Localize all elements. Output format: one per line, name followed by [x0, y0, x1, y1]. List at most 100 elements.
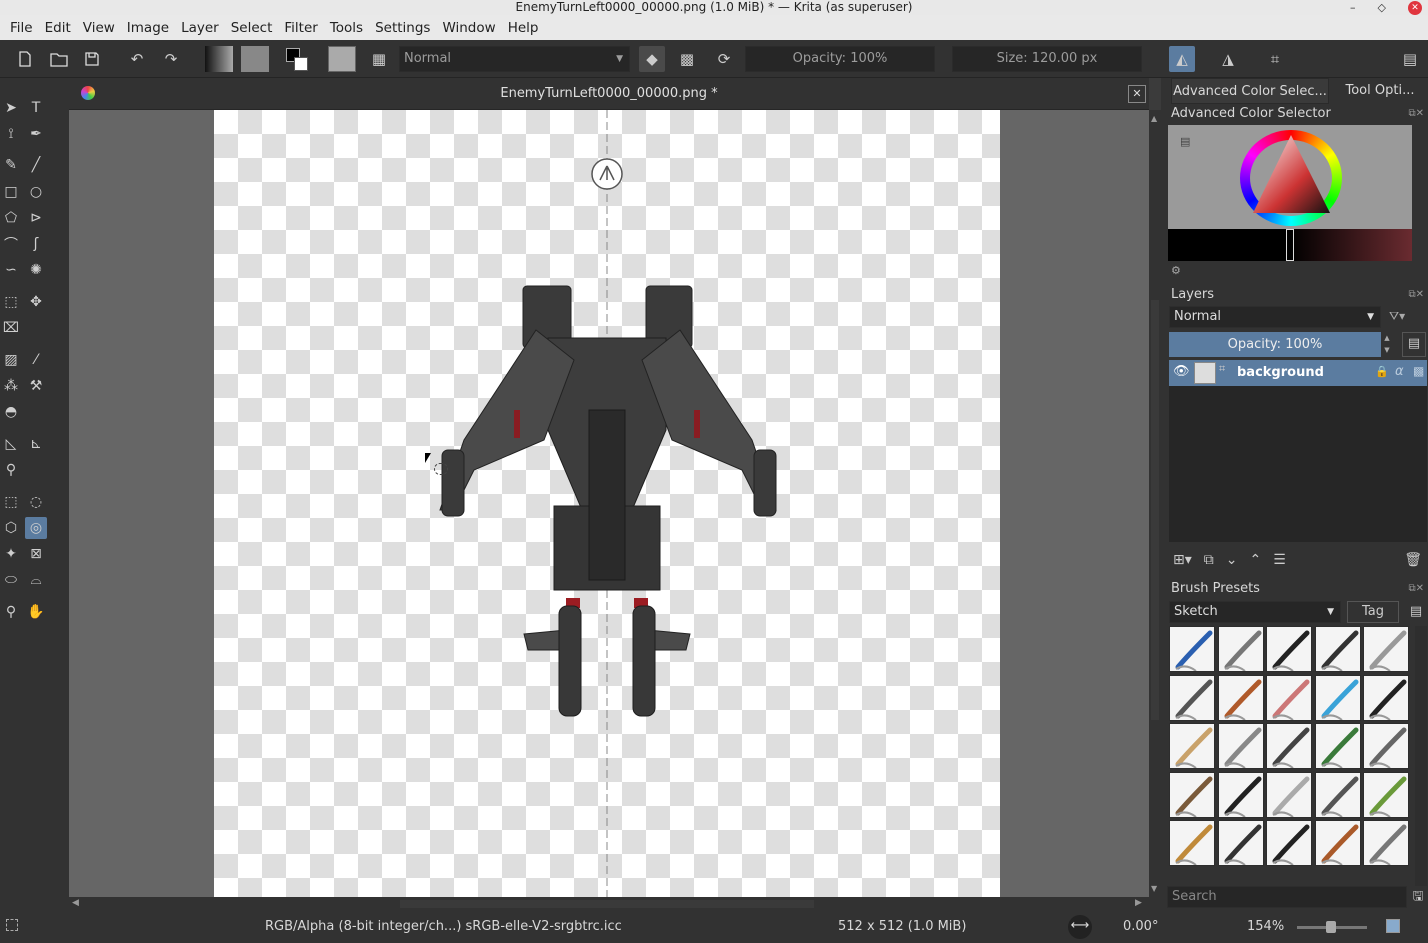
brush-preset-item[interactable] — [1363, 674, 1409, 721]
line-tool-icon[interactable]: ╱ — [25, 154, 47, 176]
toolbar-menu-icon[interactable]: ▤ — [1397, 46, 1423, 72]
wrap-around-icon[interactable]: ⌗ — [1262, 46, 1288, 72]
brush-preset-item[interactable] — [1363, 771, 1409, 818]
vertical-scroll-thumb[interactable] — [1151, 300, 1159, 720]
brush-preset-item[interactable] — [1217, 820, 1264, 866]
open-document-icon[interactable] — [46, 46, 72, 72]
eraser-mode-icon[interactable]: ◆ — [639, 46, 665, 72]
zoom-value[interactable]: 154% — [1247, 919, 1284, 934]
save-icon[interactable] — [79, 46, 105, 72]
dynamic-brush-tool-icon[interactable]: ∽ — [0, 259, 22, 281]
brush-preset-item[interactable] — [1363, 723, 1409, 769]
alpha-lock-icon[interactable]: α — [1395, 364, 1404, 379]
brush-preset-item[interactable] — [1217, 674, 1264, 721]
menu-file[interactable]: File — [4, 20, 39, 36]
calligraphy-tool-icon[interactable]: ✒ — [25, 123, 47, 145]
brush-preset-item[interactable] — [1266, 820, 1312, 866]
transform-tool-icon[interactable]: ⬚ — [0, 291, 22, 313]
brush-preset-item[interactable] — [1169, 674, 1215, 721]
layer-name[interactable]: background — [1237, 365, 1324, 380]
scroll-left-icon[interactable]: ◀ — [72, 898, 79, 908]
tag-button[interactable]: Tag — [1347, 601, 1399, 623]
smart-patch-tool-icon[interactable]: ⁂ — [0, 375, 22, 397]
move-layer-up-icon[interactable]: ⌃ — [1250, 552, 1262, 568]
move-layer-down-icon[interactable]: ⌄ — [1226, 552, 1238, 568]
pattern-preset-icon[interactable] — [241, 46, 269, 72]
menu-layer[interactable]: Layer — [175, 20, 225, 36]
inherit-alpha-icon[interactable]: ▩ — [1413, 364, 1424, 378]
document-tab[interactable]: EnemyTurnLeft0000_00000.png * — [69, 86, 1149, 101]
horizontal-scroll-thumb[interactable] — [400, 900, 814, 908]
rotation-value[interactable]: 0.00° — [1123, 919, 1158, 934]
pan-tool-icon[interactable]: ✋ — [25, 601, 47, 623]
scroll-right-icon[interactable]: ▶ — [1135, 898, 1142, 908]
brush-preset-item[interactable] — [1363, 626, 1409, 672]
docker-float-close-icon[interactable]: ⧉✕ — [1408, 583, 1424, 594]
layer-list[interactable]: 👁 ⌗ background 🔒 α ▩ — [1169, 360, 1427, 542]
blend-mode-select[interactable]: Normal ▼ — [399, 46, 630, 72]
brush-grid-scrollbar[interactable] — [1415, 626, 1427, 886]
polygonal-selection-tool-icon[interactable]: ⬡ — [0, 517, 22, 539]
rectangle-tool-icon[interactable]: □ — [0, 181, 22, 203]
lock-icon[interactable]: 🔒 — [1375, 365, 1389, 378]
polyline-tool-icon[interactable]: ⊳ — [25, 207, 47, 229]
rectangular-selection-tool-icon[interactable]: ⬚ — [0, 491, 22, 513]
brush-preset-icon[interactable] — [328, 46, 356, 72]
brush-preset-item[interactable] — [1266, 771, 1312, 818]
scroll-down-icon[interactable]: ▼ — [1151, 884, 1157, 893]
menu-edit[interactable]: Edit — [39, 20, 77, 36]
brush-preset-item[interactable] — [1217, 626, 1264, 672]
layer-properties-icon[interactable]: ▤ — [1402, 332, 1426, 357]
duplicate-layer-icon[interactable]: ⧉ — [1204, 552, 1214, 568]
gradient-preset-icon[interactable] — [205, 46, 233, 72]
brush-preset-item[interactable] — [1314, 626, 1361, 672]
elliptical-selection-tool-icon[interactable]: ◌ — [25, 491, 47, 513]
close-window-icon[interactable]: ✕ — [1408, 0, 1422, 15]
brush-preset-item[interactable] — [1266, 674, 1312, 721]
select-shapes-tool-icon[interactable]: ➤ — [0, 97, 22, 119]
eye-icon[interactable]: 👁 — [1173, 364, 1190, 379]
brush-preset-item[interactable] — [1363, 820, 1409, 866]
undo-icon[interactable]: ↶ — [124, 46, 150, 72]
vertical-mirror-icon[interactable]: ◮ — [1215, 46, 1241, 72]
size-slider[interactable]: Size: 120.00 px — [952, 46, 1142, 72]
brush-preset-item[interactable] — [1169, 820, 1215, 866]
menu-settings[interactable]: Settings — [369, 20, 436, 36]
crop-tool-icon[interactable]: ⌧ — [0, 317, 22, 339]
image-canvas[interactable] — [214, 110, 1000, 897]
color-space-status[interactable]: RGB/Alpha (8-bit integer/ch...) sRGB-ell… — [265, 919, 622, 934]
move-tool-icon[interactable]: ✥ — [25, 291, 47, 313]
menu-image[interactable]: Image — [121, 20, 175, 36]
tab-tool-options[interactable]: Tool Opti... — [1335, 78, 1425, 104]
redo-icon[interactable]: ↷ — [158, 46, 184, 72]
layer-row[interactable]: 👁 ⌗ background 🔒 α ▩ — [1169, 360, 1427, 386]
zoom-tool-icon[interactable]: ⚲ — [0, 601, 22, 623]
menu-tools[interactable]: Tools — [324, 20, 369, 36]
brush-preset-item[interactable] — [1169, 723, 1215, 769]
tab-advanced-color-selector[interactable]: Advanced Color Selec... — [1171, 78, 1329, 104]
brush-preset-item[interactable] — [1217, 771, 1264, 818]
reference-images-tool-icon[interactable]: ⚲ — [0, 459, 22, 481]
brush-preset-item[interactable] — [1314, 723, 1361, 769]
brush-preset-item[interactable] — [1217, 723, 1264, 769]
assistant-tool-icon[interactable]: ⚒ — [25, 375, 47, 397]
delete-layer-icon[interactable]: 🗑 — [1404, 552, 1422, 568]
new-document-icon[interactable] — [12, 46, 38, 72]
menu-help[interactable]: Help — [502, 20, 545, 36]
soft-proofing-icon[interactable] — [1386, 919, 1400, 933]
reload-preset-icon[interactable]: ⟳ — [711, 46, 737, 72]
canvas-vertical-scrollbar[interactable]: ▲ ▼ — [1149, 110, 1161, 897]
gradient-tool-icon[interactable]: ▨ — [0, 349, 22, 371]
layer-blend-mode-select[interactable]: Normal ▼ — [1169, 306, 1381, 328]
brush-preset-item[interactable] — [1169, 771, 1215, 818]
brush-preset-item[interactable] — [1266, 723, 1312, 769]
ellipse-tool-icon[interactable]: ○ — [25, 181, 47, 203]
ruler-assistant-tool-icon[interactable]: ⊾ — [25, 433, 47, 455]
fill-tool-icon[interactable]: ◓ — [0, 401, 22, 423]
color-picker-tool-icon[interactable]: ⁄ — [25, 349, 47, 371]
freehand-selection-tool-icon[interactable]: ◎ — [25, 517, 47, 539]
rotation-icon[interactable]: ⟷ — [1068, 915, 1092, 939]
opacity-spin-icon[interactable]: ▲ ▼ — [1381, 332, 1393, 357]
bezier-tool-icon[interactable]: ⌒ — [0, 233, 22, 255]
zoom-slider-handle[interactable] — [1326, 921, 1336, 933]
